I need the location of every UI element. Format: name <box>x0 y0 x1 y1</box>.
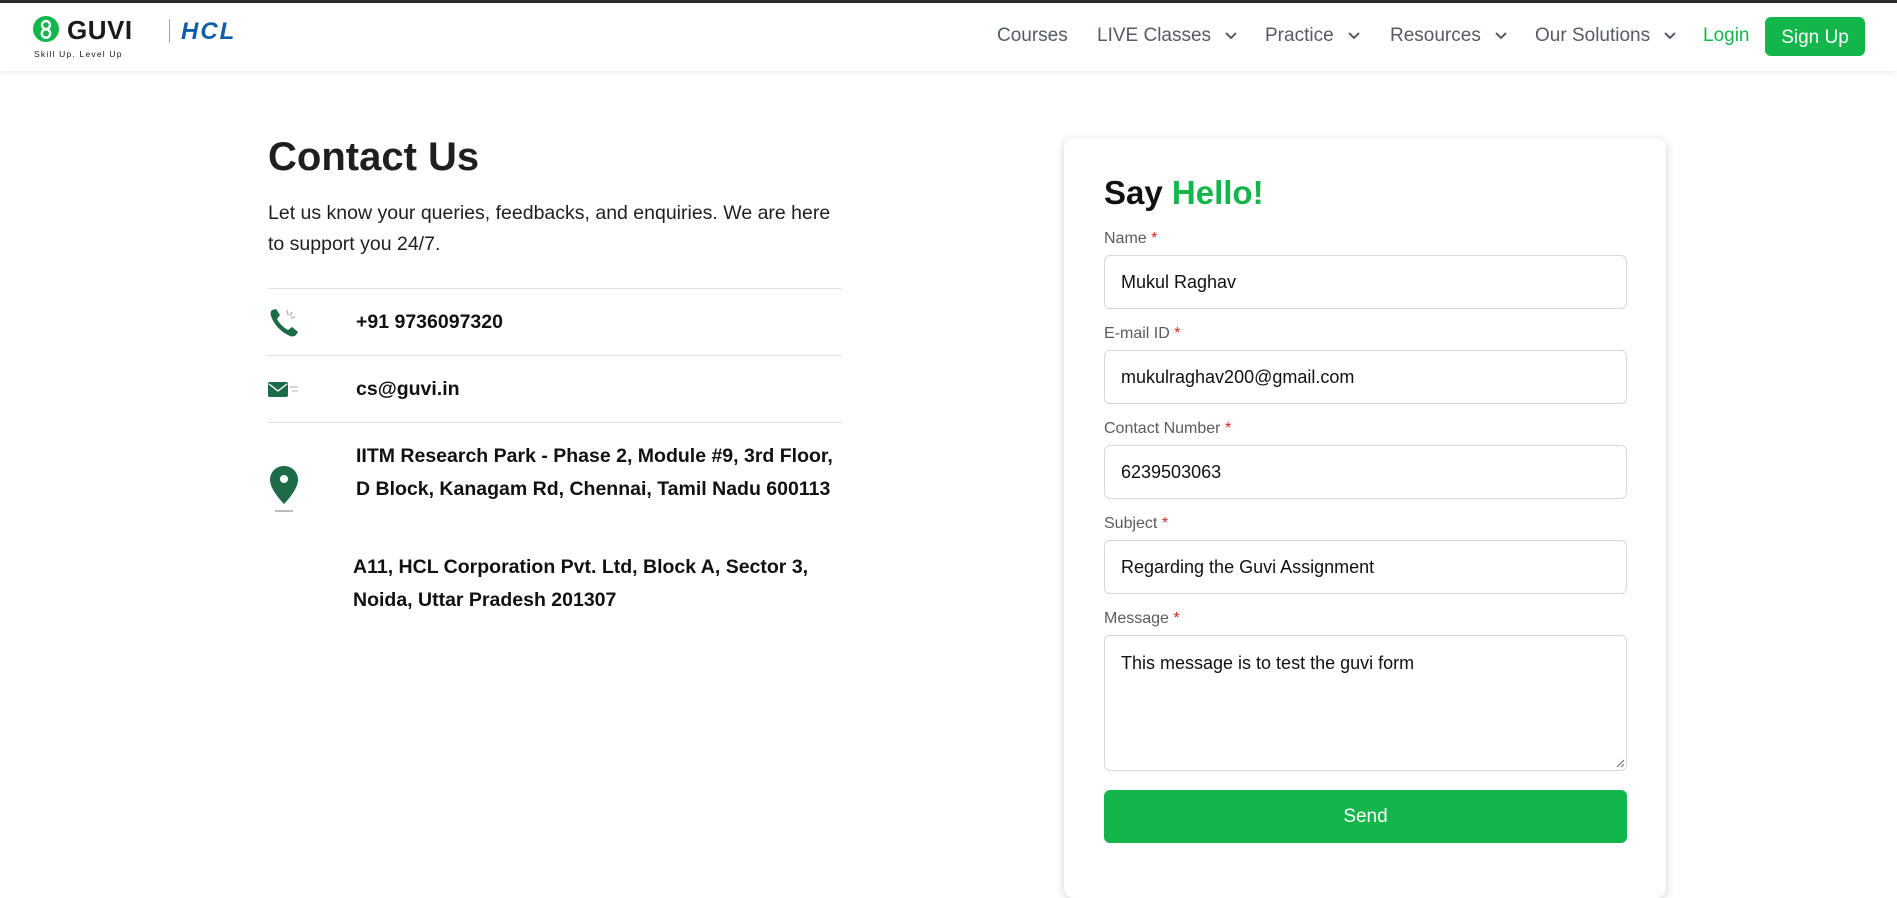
form-heading-prefix: Say <box>1104 174 1163 211</box>
send-button[interactable]: Send <box>1104 790 1627 843</box>
address-chennai: IITM Research Park - Phase 2, Module #9,… <box>356 445 833 500</box>
page-title: Contact Us <box>268 135 480 179</box>
nav-courses[interactable]: Courses <box>997 25 1068 47</box>
subject-label-text: Subject <box>1104 515 1158 532</box>
divider <box>268 355 842 356</box>
required-mark: * <box>1161 515 1169 532</box>
chevron-down-icon <box>1664 32 1677 40</box>
brand-tagline: Skill Up. Level Up <box>34 49 123 59</box>
subject-label: Subject * <box>1104 515 1168 533</box>
name-field[interactable] <box>1104 255 1627 309</box>
login-link[interactable]: Login <box>1703 25 1750 47</box>
signup-button[interactable]: Sign Up <box>1765 17 1865 56</box>
chevron-down-icon <box>1348 32 1360 40</box>
required-mark: * <box>1151 230 1158 247</box>
nav-practice-label: Practice <box>1265 25 1334 46</box>
nav-our-solutions-label: Our Solutions <box>1535 25 1651 46</box>
phone-icon <box>270 309 298 337</box>
name-label-text: Name <box>1104 230 1147 247</box>
required-mark: * <box>1174 325 1181 342</box>
mail-icon <box>268 382 298 397</box>
nav-our-solutions[interactable]: Our Solutions <box>1535 25 1677 47</box>
name-label: Name * <box>1104 230 1157 248</box>
phone-number[interactable]: +91 9736097320 <box>356 311 503 334</box>
location-pin-icon <box>270 466 298 512</box>
chevron-down-icon <box>1225 32 1238 40</box>
required-mark: * <box>1224 420 1232 437</box>
subject-field[interactable] <box>1104 540 1627 594</box>
page-description: Let us know your queries, feedbacks, and… <box>268 202 831 255</box>
email-field[interactable] <box>1104 350 1627 404</box>
form-heading-accent: Hello! <box>1171 174 1264 211</box>
message-label-text: Message <box>1104 610 1169 627</box>
message-field[interactable]: This message is to test the guvi form <box>1104 635 1627 771</box>
logo-divider <box>169 19 170 43</box>
brand-name: GUVI <box>67 15 133 45</box>
contact-number-label: Contact Number * <box>1104 420 1231 438</box>
guvi-logo-icon <box>33 16 59 42</box>
resize-grip-icon[interactable] <box>1615 758 1625 768</box>
divider <box>268 288 842 289</box>
message-label: Message * <box>1104 610 1180 628</box>
nav-practice[interactable]: Practice <box>1265 25 1361 47</box>
email-label: E-mail ID * <box>1104 325 1180 343</box>
nav-resources[interactable]: Resources <box>1390 25 1508 47</box>
partner-name: HCL <box>181 18 237 45</box>
email-address[interactable]: cs@guvi.in <box>356 378 460 401</box>
required-mark: * <box>1173 610 1180 627</box>
nav-live-classes-label: LIVE Classes <box>1097 25 1212 46</box>
site-header: GUVI HCL Skill Up. Level Up Courses LIVE… <box>0 3 1897 71</box>
address-noida: A11, HCL Corporation Pvt. Ltd, Block A, … <box>353 556 809 611</box>
contact-number-label-text: Contact Number <box>1104 420 1221 437</box>
form-heading: Say Hello! <box>1104 174 1264 212</box>
contact-number-field[interactable] <box>1104 445 1627 499</box>
nav-resources-label: Resources <box>1390 25 1481 46</box>
divider <box>268 422 842 423</box>
nav-live-classes[interactable]: LIVE Classes <box>1097 25 1238 47</box>
chevron-down-icon <box>1495 32 1507 40</box>
email-label-text: E-mail ID <box>1104 325 1170 342</box>
contact-form-card: Say Hello! Name * E-mail ID * Contact Nu… <box>1064 138 1666 898</box>
brand-logo[interactable]: GUVI HCL Skill Up. Level Up <box>33 15 263 61</box>
